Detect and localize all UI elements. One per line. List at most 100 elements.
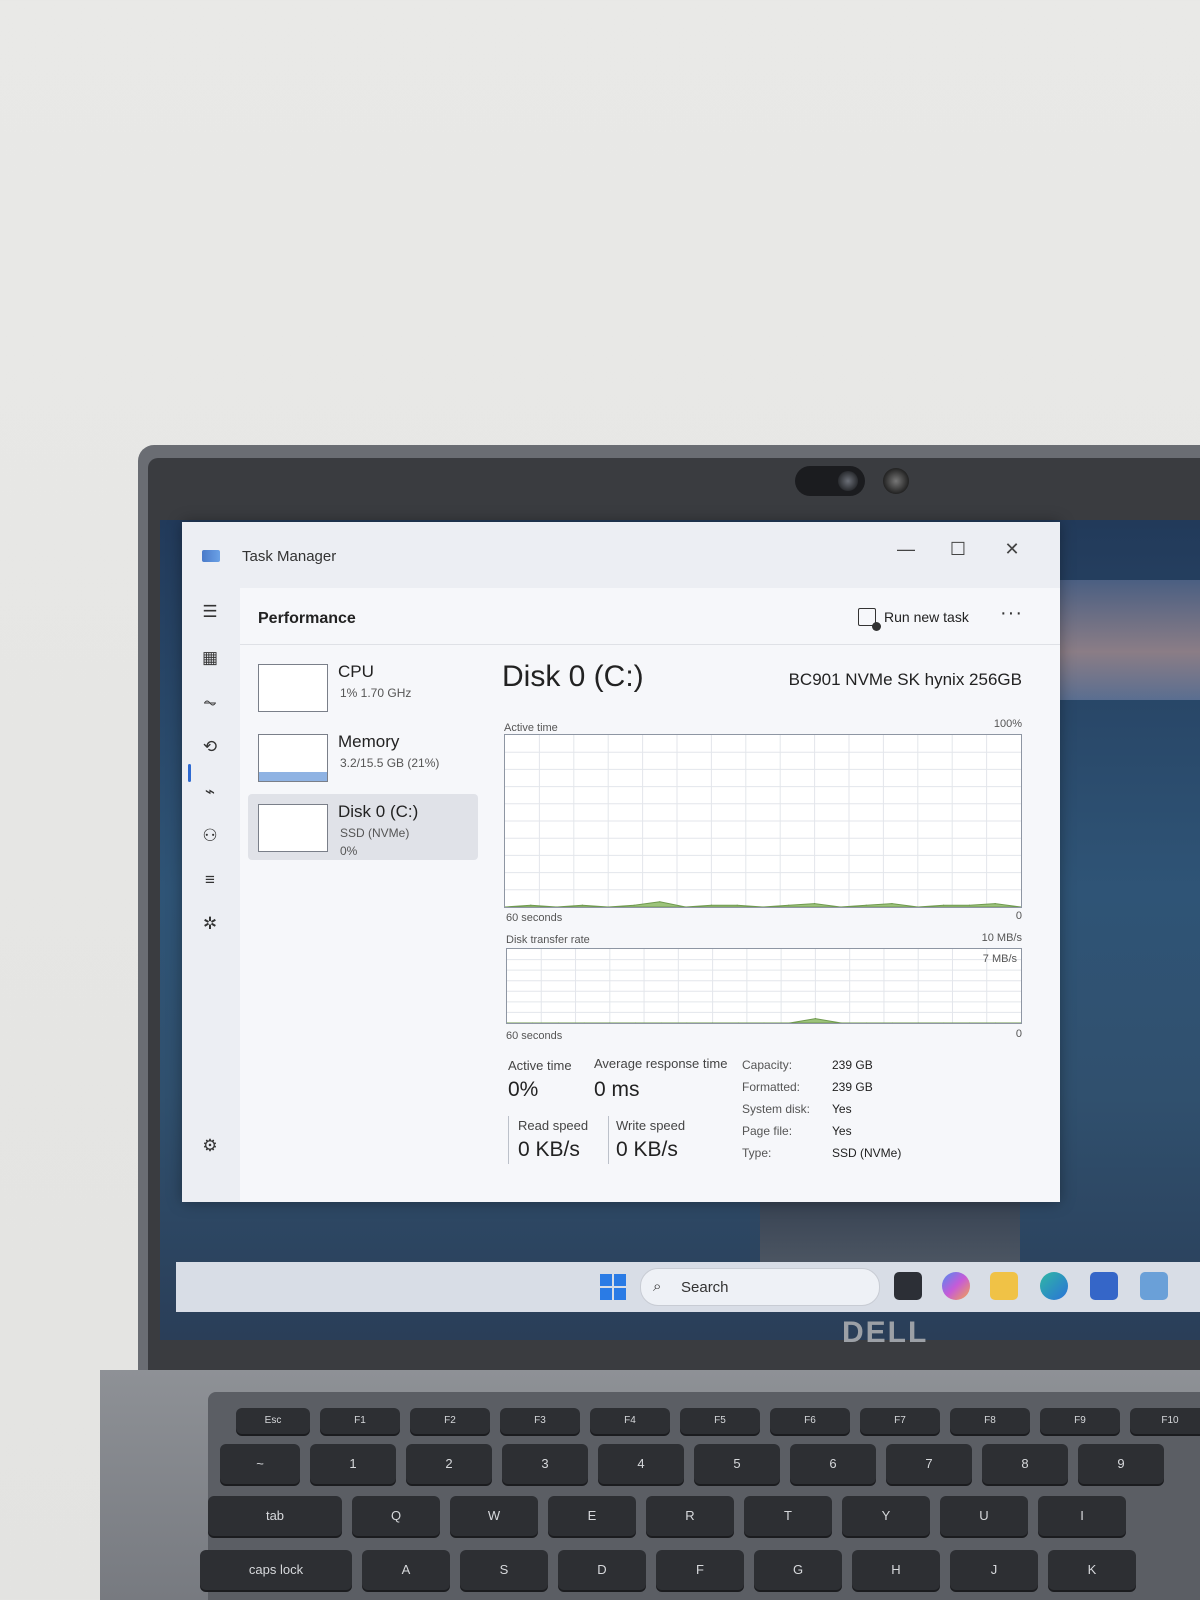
key-f10[interactable]: F10 bbox=[1130, 1408, 1200, 1434]
data-point bbox=[943, 904, 945, 906]
key-t[interactable]: T bbox=[744, 1496, 832, 1536]
key-1[interactable]: 1 bbox=[310, 1444, 396, 1484]
startup-apps-icon[interactable]: ⌁ bbox=[200, 782, 220, 802]
key-9[interactable]: 9 bbox=[1078, 1444, 1164, 1484]
data-point bbox=[660, 1022, 662, 1023]
key-tab[interactable]: tab bbox=[208, 1496, 342, 1536]
copilot-icon[interactable] bbox=[942, 1272, 970, 1300]
key-8[interactable]: 8 bbox=[982, 1444, 1068, 1484]
key-5[interactable]: 5 bbox=[694, 1444, 780, 1484]
key-3[interactable]: 3 bbox=[502, 1444, 588, 1484]
key-f4[interactable]: F4 bbox=[590, 1408, 670, 1434]
data-point bbox=[788, 904, 790, 906]
write-speed-value: 0 KB/s bbox=[616, 1138, 678, 1161]
memory-mini-graph bbox=[258, 734, 328, 782]
key-f1[interactable]: F1 bbox=[320, 1408, 400, 1434]
key-f9[interactable]: F9 bbox=[1040, 1408, 1120, 1434]
key-y[interactable]: Y bbox=[842, 1496, 930, 1536]
data-point bbox=[891, 1022, 894, 1023]
formatted-value: 239 GB bbox=[832, 1080, 873, 1094]
key-4[interactable]: 4 bbox=[598, 1444, 684, 1484]
key-f3[interactable]: F3 bbox=[500, 1408, 580, 1434]
key-f7[interactable]: F7 bbox=[860, 1408, 940, 1434]
app-history-icon[interactable]: ⟲ bbox=[200, 737, 220, 757]
formatted-label: Formatted: bbox=[742, 1080, 801, 1094]
series-area bbox=[507, 1018, 1021, 1023]
resource-item-memory[interactable]: Memory 3.2/15.5 GB (21%) bbox=[248, 724, 478, 790]
taskbar-search[interactable]: ⌕ Search bbox=[640, 1268, 880, 1306]
key-e[interactable]: E bbox=[548, 1496, 636, 1536]
maximize-button[interactable]: ☐ bbox=[940, 534, 976, 564]
edge-icon[interactable] bbox=[1040, 1272, 1068, 1300]
resource-item-cpu[interactable]: CPU 1% 1.70 GHz bbox=[248, 654, 478, 720]
key-esc[interactable]: Esc bbox=[236, 1408, 310, 1434]
key-d[interactable]: D bbox=[558, 1550, 646, 1590]
key-h[interactable]: H bbox=[852, 1550, 940, 1590]
store-icon[interactable] bbox=[1090, 1272, 1118, 1300]
key-s[interactable]: S bbox=[460, 1550, 548, 1590]
transfer-min-label: 0 bbox=[1015, 1028, 1022, 1040]
task-view-icon[interactable] bbox=[894, 1272, 922, 1300]
details-icon[interactable]: ≡ bbox=[200, 870, 220, 890]
type-value: SSD (NVMe) bbox=[832, 1146, 902, 1160]
key-6[interactable]: 6 bbox=[790, 1444, 876, 1484]
data-point bbox=[557, 1022, 559, 1023]
key-7[interactable]: 7 bbox=[886, 1444, 972, 1484]
transfer-rate-graph: 7 MB/s bbox=[506, 948, 1022, 1024]
data-point bbox=[865, 904, 867, 906]
data-point bbox=[814, 902, 816, 905]
resource-detail: SSD (NVMe) bbox=[340, 826, 410, 840]
data-point bbox=[994, 1022, 996, 1023]
key-2[interactable]: 2 bbox=[406, 1444, 492, 1484]
key-f6[interactable]: F6 bbox=[770, 1408, 850, 1434]
key-f[interactable]: F bbox=[656, 1550, 744, 1590]
resource-item-disk[interactable]: Disk 0 (C:) SSD (NVMe) 0% bbox=[248, 794, 478, 860]
run-new-task-label: Run new task bbox=[884, 609, 969, 625]
task-manager-icon[interactable] bbox=[1140, 1272, 1168, 1300]
data-point bbox=[736, 904, 738, 906]
users-icon[interactable]: ⚇ bbox=[200, 826, 220, 846]
data-point bbox=[968, 904, 970, 906]
performance-pane: Performance Run new task ··· CPU 1% 1.70… bbox=[240, 588, 1060, 1202]
active-time-stat-value: 0% bbox=[508, 1078, 539, 1101]
dell-logo: DELL bbox=[842, 1316, 929, 1349]
key-w[interactable]: W bbox=[450, 1496, 538, 1536]
transfer-rate-chart bbox=[507, 949, 1021, 1023]
title-bar[interactable]: Task Manager — ☐ ✕ bbox=[182, 522, 1060, 586]
key-i[interactable]: I bbox=[1038, 1496, 1126, 1536]
data-point bbox=[814, 1017, 816, 1020]
key-f8[interactable]: F8 bbox=[950, 1408, 1030, 1434]
key-k[interactable]: K bbox=[1048, 1550, 1136, 1590]
data-point bbox=[943, 1022, 945, 1023]
transfer-window-label: 60 seconds bbox=[506, 1030, 563, 1042]
key-a[interactable]: A bbox=[362, 1550, 450, 1590]
resource-name: Disk 0 (C:) bbox=[338, 802, 419, 821]
active-time-chart bbox=[505, 735, 1021, 907]
minimize-button[interactable]: — bbox=[888, 534, 924, 564]
transfer-inner-label: 7 MB/s bbox=[982, 953, 1017, 965]
key-j[interactable]: J bbox=[950, 1550, 1038, 1590]
processes-icon[interactable]: ▦ bbox=[200, 648, 220, 668]
key-r[interactable]: R bbox=[646, 1496, 734, 1536]
key-q[interactable]: Q bbox=[352, 1496, 440, 1536]
resource-detail: 3.2/15.5 GB (21%) bbox=[340, 756, 440, 770]
performance-icon[interactable]: ⏦ bbox=[200, 693, 220, 713]
key-f2[interactable]: F2 bbox=[410, 1408, 490, 1434]
services-icon[interactable]: ✲ bbox=[200, 914, 220, 934]
run-new-task-button[interactable]: Run new task bbox=[858, 602, 969, 632]
run-task-icon bbox=[858, 608, 881, 631]
key-caps-lock[interactable]: caps lock bbox=[200, 1550, 352, 1590]
hamburger-icon[interactable]: ☰ bbox=[200, 602, 220, 622]
key-f5[interactable]: F5 bbox=[680, 1408, 760, 1434]
search-icon: ⌕ bbox=[653, 1278, 662, 1295]
key-u[interactable]: U bbox=[940, 1496, 1028, 1536]
start-icon[interactable] bbox=[600, 1274, 626, 1300]
transfer-graph-label: Disk transfer rate bbox=[506, 934, 590, 946]
settings-icon[interactable]: ⚙ bbox=[200, 1136, 220, 1156]
key-~[interactable]: ~ bbox=[220, 1444, 300, 1484]
key-g[interactable]: G bbox=[754, 1550, 842, 1590]
file-explorer-icon[interactable] bbox=[990, 1272, 1018, 1300]
more-options-button[interactable]: ··· bbox=[1000, 602, 1023, 625]
task-manager-app-icon bbox=[202, 550, 220, 562]
close-button[interactable]: ✕ bbox=[994, 534, 1030, 564]
